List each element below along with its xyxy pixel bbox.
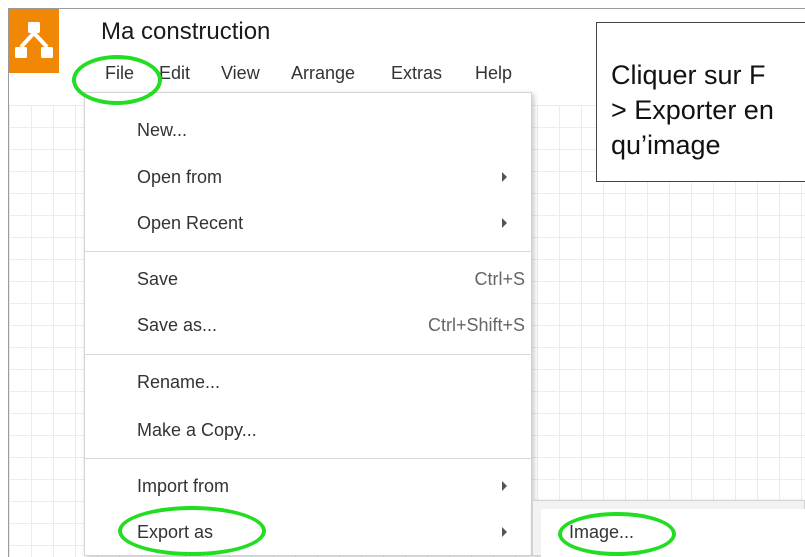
menu-edit[interactable]: Edit <box>159 63 190 84</box>
menu-item-label: Open from <box>137 167 223 187</box>
menu-item-label: Save as... <box>137 315 218 335</box>
instruction-callout: Cliquer sur F > Exporter en qu’image <box>596 22 805 182</box>
menu-item-label: New... <box>137 120 188 140</box>
submenu-arrow-icon <box>502 172 507 182</box>
menu-divider <box>85 251 531 252</box>
menu-view[interactable]: View <box>221 63 260 84</box>
menu-item-open-recent[interactable]: Open Recent <box>85 204 531 244</box>
menu-item-label: Rename... <box>137 372 221 392</box>
menu-item-save-as[interactable]: Save as... Ctrl+Shift+S <box>85 306 531 346</box>
menu-item-shortcut: Ctrl+Shift+S <box>427 315 525 335</box>
highlight-circle-export-as <box>118 506 266 556</box>
submenu-arrow-icon <box>502 218 507 228</box>
menu-arrange[interactable]: Arrange <box>291 63 355 84</box>
menu-item-open-from[interactable]: Open from <box>85 158 531 198</box>
document-title[interactable]: Ma construction <box>101 18 270 46</box>
menu-item-save[interactable]: Save Ctrl+S <box>85 260 531 300</box>
menu-item-new[interactable]: New... <box>85 111 531 151</box>
menu-item-shortcut: Ctrl+S <box>474 269 525 289</box>
menu-item-import-from[interactable]: Import from <box>85 467 531 507</box>
submenu-arrow-icon <box>502 481 507 491</box>
submenu-arrow-icon <box>502 527 507 537</box>
menu-item-label: Open Recent <box>137 213 244 233</box>
menu-item-make-a-copy[interactable]: Make a Copy... <box>85 411 531 451</box>
menu-help[interactable]: Help <box>475 63 512 84</box>
menu-item-label: Save <box>137 269 179 289</box>
drawio-logo-icon[interactable] <box>9 9 59 73</box>
highlight-circle-file <box>72 55 162 105</box>
menu-item-label: Import from <box>137 476 230 496</box>
menu-extras[interactable]: Extras <box>391 63 442 84</box>
menu-item-rename[interactable]: Rename... <box>85 363 531 403</box>
highlight-circle-image <box>558 512 676 556</box>
menu-divider <box>85 354 531 355</box>
file-menu-dropdown: New... Open from Open Recent Save Ctrl+S… <box>84 92 532 556</box>
menu-divider <box>85 458 531 459</box>
menu-item-label: Make a Copy... <box>137 420 257 440</box>
